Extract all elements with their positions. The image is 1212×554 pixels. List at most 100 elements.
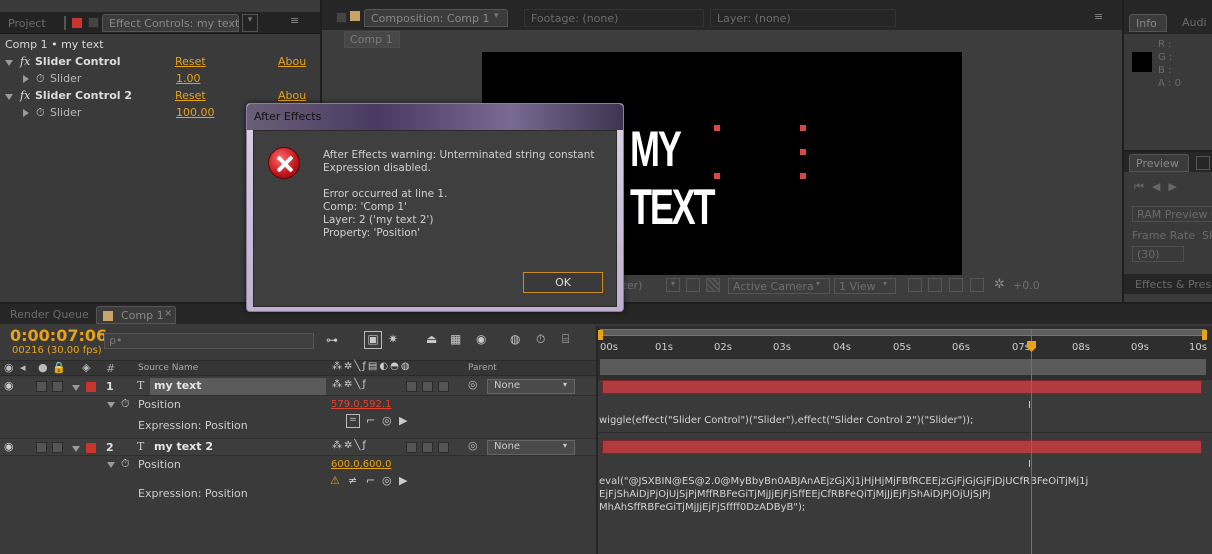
enable-expression-icon[interactable]: = — [346, 414, 360, 428]
menu-icon[interactable] — [88, 17, 99, 28]
param-value[interactable]: 100.00 — [176, 106, 215, 119]
expression-text-line[interactable]: EjFjShAiDjPjOjUjSjPjMffRBFeGiTjMjJjEjFjS… — [599, 488, 991, 501]
property-value[interactable]: 600.0,600.0 — [331, 459, 391, 470]
switches-icons[interactable]: ⁂✲╲ƒ▤◐◓◍ — [332, 361, 412, 372]
expression-text-line[interactable]: MhAhSffRBFeGiTjMjJjEjFjSffff0DzADByB"); — [599, 501, 805, 514]
expand-icon[interactable] — [23, 75, 29, 83]
tab-footage[interactable]: Footage: (none) — [524, 9, 704, 27]
panel-menu-icon[interactable]: ≡ — [1094, 10, 1103, 23]
transparency-grid-icon[interactable] — [706, 278, 720, 292]
comp-subtab[interactable]: Comp 1 — [344, 31, 400, 48]
layer-name[interactable]: my text — [150, 378, 326, 395]
lock-toggle[interactable] — [52, 442, 63, 453]
expression-language-menu-icon[interactable]: ▶ — [399, 414, 407, 427]
warning-icon[interactable]: ⚠ — [330, 474, 340, 487]
graph-editor-icon[interactable]: ⌸ — [562, 332, 569, 347]
solo-toggle[interactable] — [36, 442, 47, 453]
handle[interactable] — [800, 173, 806, 179]
handle[interactable] — [800, 125, 806, 131]
dropdown-chevron-icon[interactable]: ▾ — [494, 11, 499, 21]
about-link[interactable]: Abou — [278, 89, 306, 102]
panel-menu-icon[interactable] — [336, 12, 347, 23]
flowchart-icon[interactable] — [970, 278, 984, 292]
tab-project[interactable]: Project — [2, 15, 52, 33]
solo-toggle[interactable] — [36, 381, 47, 392]
tab-audio[interactable]: Audi — [1176, 14, 1212, 32]
ram-preview-select[interactable]: RAM Preview O — [1132, 206, 1212, 222]
camera-select[interactable]: Active Camera — [728, 278, 830, 294]
ok-button[interactable]: OK — [523, 272, 603, 293]
dropdown-chevron-icon[interactable]: ▾ — [242, 14, 258, 32]
collapse-icon[interactable] — [107, 462, 115, 468]
ruler-nav-bar[interactable] — [600, 359, 1206, 375]
layer-bar[interactable] — [602, 440, 1202, 454]
work-area-end-handle[interactable] — [1202, 330, 1207, 340]
eye-icon[interactable]: ◉ — [4, 379, 14, 392]
audio-icon[interactable]: ◂ — [20, 361, 26, 374]
label-color[interactable] — [86, 443, 96, 453]
property-value[interactable]: 579.0,592.1 — [331, 399, 391, 410]
pickwhip-icon[interactable]: ◎ — [382, 414, 392, 427]
switch-box[interactable] — [438, 381, 449, 392]
tab-render-queue[interactable]: Render Queue — [4, 306, 94, 324]
expand-icon[interactable] — [23, 109, 29, 117]
tab-layer[interactable]: Layer: (none) — [710, 9, 896, 27]
work-area-start-handle[interactable] — [598, 330, 603, 340]
exposure-value[interactable]: +0.0 — [1013, 279, 1040, 292]
draft-3d-icon[interactable]: ▣ — [364, 331, 382, 349]
stopwatch-icon[interactable]: ⏱ — [121, 457, 130, 471]
transport-controls[interactable]: ⏮◀▶ — [1134, 180, 1185, 194]
switch-box[interactable] — [406, 442, 417, 453]
tab-composition[interactable]: Composition: Comp 1 — [364, 9, 508, 27]
tab-partial[interactable] — [1196, 156, 1210, 170]
auto-keyframe-icon[interactable]: ◍ — [510, 332, 520, 346]
label-color[interactable] — [86, 382, 96, 392]
panel-menu-icon[interactable]: ≡ — [290, 14, 299, 27]
expression-text-line[interactable]: eval("@JSXBIN@ES@2.0@MyBbyBn0ABJAnAEjzGj… — [599, 475, 1088, 488]
toggle-pixel-icon[interactable] — [908, 278, 922, 292]
fx-icon[interactable]: fx — [20, 55, 30, 68]
layer-bar[interactable] — [602, 380, 1202, 394]
stopwatch-icon[interactable]: ⏱ — [36, 72, 45, 86]
pickwhip-icon[interactable]: ◎ — [382, 474, 392, 487]
about-link[interactable]: Abou — [278, 55, 306, 68]
collapse-icon[interactable] — [107, 402, 115, 408]
composition-mini-flowchart-icon[interactable]: ⊶ — [326, 333, 338, 347]
fx-icon[interactable]: fx — [20, 89, 30, 102]
solo-icon[interactable]: ● — [38, 361, 48, 374]
search-input[interactable]: ρ• — [104, 333, 314, 349]
switch-box[interactable] — [406, 381, 417, 392]
frame-rate-select[interactable]: (30) — [1132, 246, 1184, 262]
expression-text[interactable]: wiggle(effect("Slider Control")("Slider"… — [599, 414, 973, 427]
collapse-icon[interactable] — [72, 385, 80, 391]
handle[interactable] — [800, 149, 806, 155]
stopwatch-icon[interactable]: ⏱ — [121, 397, 130, 411]
shy-icon[interactable]: ✷ — [388, 332, 398, 346]
graph-icon[interactable]: ⌐ — [366, 474, 375, 487]
tab-info[interactable]: Info — [1129, 14, 1167, 32]
layer-switches[interactable]: ⁂✲╲ƒ — [332, 440, 368, 451]
layer-row[interactable]: ◉ 1 T my text ⁂✲╲ƒ ◎ None ▾ — [0, 378, 598, 396]
frame-blending-icon[interactable]: ⏏ — [426, 332, 437, 346]
parent-select[interactable]: None — [487, 379, 575, 394]
tab-preview[interactable]: Preview — [1129, 154, 1189, 172]
collapse-icon[interactable] — [5, 60, 13, 66]
close-icon[interactable]: × — [164, 308, 172, 319]
handle[interactable] — [714, 125, 720, 131]
reset-link[interactable]: Reset — [175, 89, 206, 102]
expression-language-menu-icon[interactable]: ▶ — [399, 474, 407, 487]
handle[interactable] — [714, 173, 720, 179]
parent-select[interactable]: None — [487, 440, 575, 455]
switch-box[interactable] — [438, 442, 449, 453]
pickwhip-icon[interactable]: ◎ — [468, 439, 478, 452]
col-source-name[interactable]: Source Name — [138, 363, 198, 373]
reset-link[interactable]: Reset — [175, 55, 206, 68]
exposure-icon[interactable]: ✲ — [994, 277, 1005, 292]
work-area-bar[interactable] — [600, 329, 1206, 336]
panel-divider[interactable] — [596, 326, 598, 554]
tab-effects-presets[interactable]: Effects & Prese — [1129, 276, 1212, 294]
timecode[interactable]: 0:00:07:06 — [10, 326, 107, 345]
switch-box[interactable] — [422, 442, 433, 453]
switch-box[interactable] — [422, 381, 433, 392]
graph-icon[interactable]: ⌐ — [366, 414, 375, 427]
